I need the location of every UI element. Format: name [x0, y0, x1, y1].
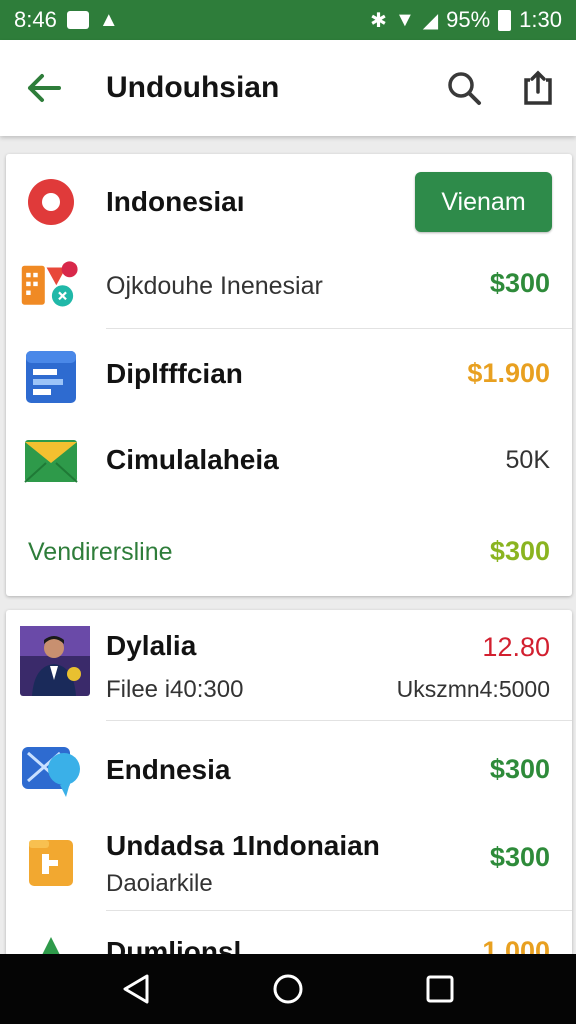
status-time: 8:46: [14, 7, 57, 32]
signal-icon: ◢: [422, 9, 439, 32]
list-item-title: Ojkdouhe Inenesiar: [106, 272, 323, 300]
list-item[interactable]: Dumlionsl 1.000: [6, 916, 572, 956]
list-item-subtitle: Daoiarkile: [106, 870, 213, 897]
vienam-button[interactable]: Vienam: [415, 172, 552, 232]
list-item-title: Endnesia: [106, 754, 231, 785]
mail-icon: [20, 430, 82, 492]
notification-icon: [66, 11, 89, 29]
list-item-title: Cimulalaheia: [106, 444, 279, 475]
page-title: Undouhsian: [106, 71, 280, 104]
drive-icon: ▲: [98, 8, 119, 31]
wifi-icon: ▼: [394, 8, 415, 31]
document-icon: [20, 346, 82, 408]
app-icon: [20, 256, 82, 318]
bluetooth-icon: ✱: [370, 9, 387, 32]
list-item[interactable]: Undadsa 1Indonaian Daoiarkile $300: [6, 818, 572, 914]
card-header: Indonesiaı Vienam: [6, 154, 572, 250]
share-icon[interactable]: [518, 68, 558, 108]
folder-icon: [20, 832, 82, 894]
list-item-value: $300: [489, 268, 550, 298]
footer-label: Vendirersline: [28, 538, 173, 566]
battery-icon: [498, 9, 512, 31]
system-nav-bar: [0, 954, 576, 1024]
nav-back-icon[interactable]: [114, 967, 158, 1011]
divider: [106, 328, 572, 329]
list-item[interactable]: Cimulalaheia 50K: [6, 422, 572, 506]
divider: [106, 910, 572, 911]
list-item[interactable]: Ojkdouhe Inenesiar $300: [6, 250, 572, 332]
list-item-secondary-value: Ukszmn4:5000: [396, 676, 550, 702]
card-header-title: Indonesiaı: [106, 186, 245, 217]
list-item-value: 12.80: [482, 632, 550, 662]
list-item[interactable]: Diplfffcian $1.900: [6, 334, 572, 418]
app-icon: [20, 930, 82, 956]
card-footer[interactable]: Vendirersline $300: [6, 520, 572, 590]
summary-card: Indonesiaı Vienam Ojkdouhe Inenesiar $30…: [6, 154, 572, 596]
status-bar: 8:46 ▲ ✱ ▼ ◢ 95% 1:30: [0, 0, 576, 40]
search-icon[interactable]: [444, 68, 484, 108]
items-card: Dylalia Filee i40:300 12.80 Ukszmn4:5000…: [6, 610, 572, 956]
list-item-value: $300: [489, 754, 550, 784]
list-item-title: Dylalia: [106, 630, 197, 661]
list-item-value: 50K: [505, 446, 550, 474]
record-icon: [20, 171, 82, 233]
list-item-title: Dumlionsl: [106, 936, 242, 956]
list-item-value: $1.900: [467, 358, 550, 388]
footer-value: $300: [489, 536, 550, 566]
battery-percent: 95%: [446, 7, 491, 32]
list-item-value: $300: [489, 842, 550, 872]
list-item-value: 1.000: [482, 936, 550, 956]
back-arrow-icon[interactable]: [24, 68, 64, 108]
list-item-title: Diplfffcian: [106, 358, 243, 389]
chat-icon: [20, 740, 82, 802]
list-item[interactable]: Endnesia $300: [6, 726, 572, 810]
divider: [106, 720, 572, 721]
list-item-subtitle: Filee i40:300: [106, 676, 244, 703]
list-item[interactable]: Dylalia Filee i40:300 12.80 Ukszmn4:5000: [6, 610, 572, 720]
app-bar: Undouhsian: [0, 40, 576, 136]
status-clock: 1:30: [519, 7, 562, 32]
nav-recents-icon[interactable]: [418, 967, 462, 1011]
avatar: [20, 626, 90, 696]
list-item-title: Undadsa 1Indonaian: [106, 830, 380, 861]
nav-home-icon[interactable]: [266, 967, 310, 1011]
